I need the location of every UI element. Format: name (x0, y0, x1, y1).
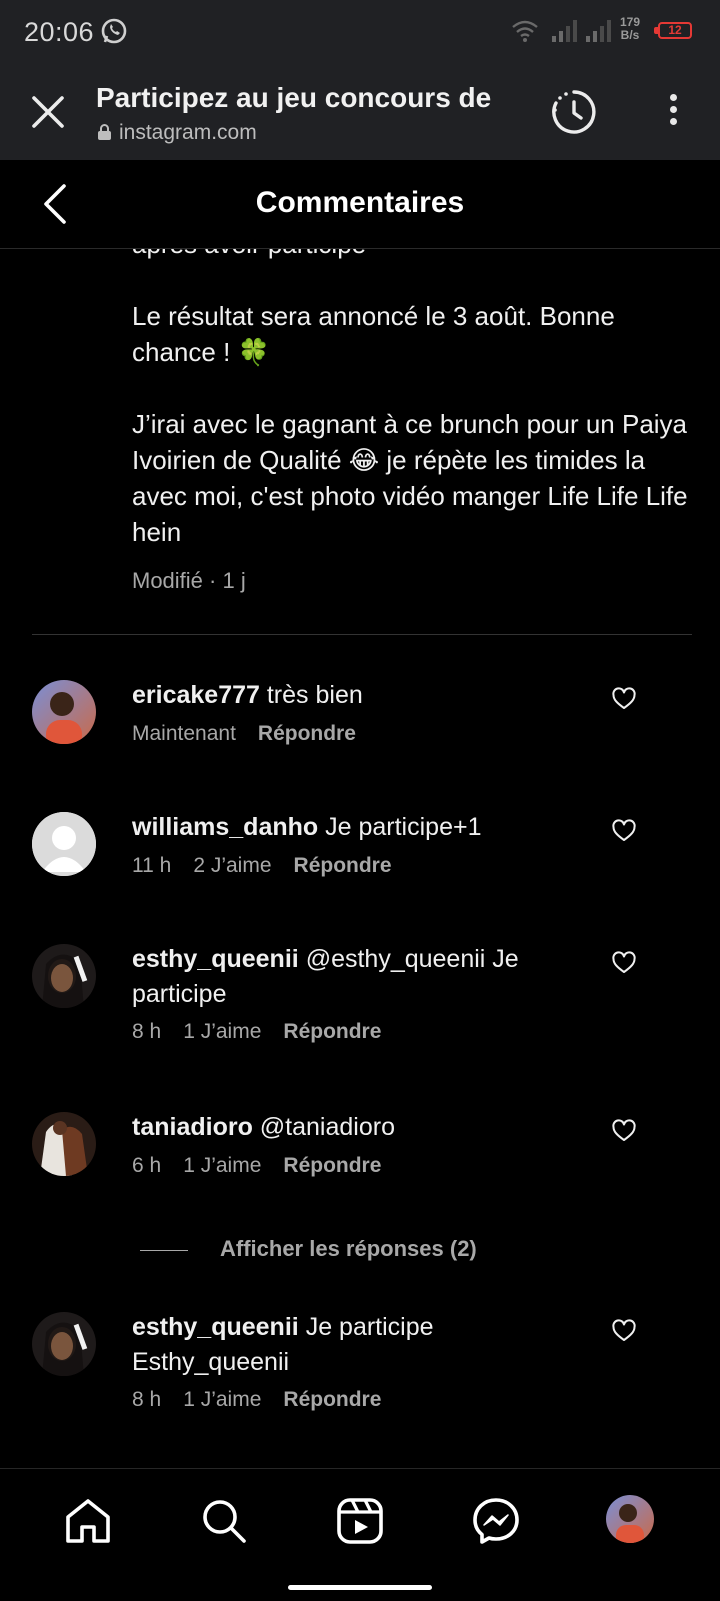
signal-icon-1 (552, 20, 578, 47)
comment-likes[interactable]: 2 J’aime (193, 854, 271, 877)
wifi-icon (512, 20, 538, 47)
comment-time: Maintenant (132, 722, 236, 745)
comment-text: esthy_queenii @esthy_queenii Je particip… (132, 942, 592, 1012)
more-options-icon[interactable] (664, 94, 682, 130)
comment-time: 8 h (132, 1388, 162, 1411)
caption-paragraph-2: J’irai avec le gagnant à ce brunch pour … (132, 409, 688, 547)
avatar[interactable] (32, 944, 96, 1008)
search-icon[interactable] (198, 1495, 250, 1547)
profile-avatar[interactable] (606, 1495, 654, 1543)
comment-username[interactable]: esthy_queenii (132, 945, 299, 973)
page-title: Participez au jeu concours de (96, 82, 492, 113)
comment-time: 11 h (132, 854, 172, 877)
comment-likes[interactable]: 1 J’aime (183, 1020, 261, 1043)
post-caption: après avoir participé Le résultat sera a… (132, 226, 692, 550)
heart-icon[interactable] (612, 1319, 636, 1343)
avatar[interactable] (32, 1312, 96, 1376)
status-time: 20:06 (24, 17, 95, 47)
reply-button[interactable]: Répondre (283, 1154, 381, 1177)
page-url: instagram.com (98, 121, 257, 146)
network-speed-unit: B/s (620, 28, 640, 42)
network-speed: 179 B/s (620, 16, 640, 42)
battery-level: 12 (668, 23, 682, 37)
comment-body: très bien (266, 681, 363, 709)
bottom-nav (0, 1468, 720, 1601)
heart-icon[interactable] (612, 819, 636, 843)
history-icon[interactable] (550, 88, 598, 141)
comment-username[interactable]: taniadioro (132, 1113, 253, 1141)
comment-body: Je participe+1 (325, 813, 482, 841)
comment-meta: 6 h 1 J’aime Répondre (132, 1154, 403, 1178)
comments-header: Commentaires (0, 160, 720, 249)
signal-icon-2 (586, 20, 612, 47)
home-indicator[interactable] (288, 1585, 432, 1590)
comment-text: williams_danho Je participe+1 (132, 810, 592, 845)
comment-time: 8 h (132, 1020, 162, 1043)
comments-title: Commentaires (255, 186, 465, 219)
replies-line (140, 1249, 188, 1251)
avatar[interactable] (32, 1112, 96, 1176)
comment-meta: 11 h 2 J’aime Répondre (132, 854, 414, 878)
comment-username[interactable]: williams_danho (132, 813, 318, 841)
reels-icon[interactable] (334, 1495, 386, 1547)
page-url-text: instagram.com (119, 121, 257, 144)
status-bar: 20:06 179 B/s 12 (0, 0, 720, 64)
avatar[interactable] (32, 680, 96, 744)
messenger-icon[interactable] (470, 1495, 522, 1547)
home-icon[interactable] (62, 1495, 114, 1547)
comment-likes[interactable]: 1 J’aime (183, 1388, 261, 1411)
comment-username[interactable]: ericake777 (132, 681, 260, 709)
comment-text: taniadioro @taniadioro (132, 1110, 592, 1145)
comment-meta: 8 h 1 J’aime Répondre (132, 1020, 403, 1044)
avatar[interactable] (32, 812, 96, 876)
heart-icon[interactable] (612, 1119, 636, 1143)
reply-button[interactable]: Répondre (283, 1020, 381, 1043)
lock-icon (98, 122, 111, 146)
reply-button[interactable]: Répondre (258, 722, 356, 745)
caption-paragraph-1: Le résultat sera annoncé le 3 août. Bonn… (132, 301, 615, 367)
comment-time: 6 h (132, 1154, 162, 1177)
view-replies-button[interactable]: Afficher les réponses (2) (140, 1236, 477, 1262)
caption-meta: Modifié · 1 j (132, 568, 246, 593)
reply-button[interactable]: Répondre (283, 1388, 381, 1411)
comment-text: ericake777 très bien (132, 678, 592, 713)
divider (32, 634, 692, 635)
view-replies-label: Afficher les réponses (2) (220, 1236, 477, 1261)
comment-likes[interactable]: 1 J’aime (183, 1154, 261, 1177)
comment-body: @taniadioro (259, 1113, 395, 1141)
close-icon[interactable] (28, 92, 68, 132)
browser-chrome: 20:06 179 B/s 12 Participez au jeu conco… (0, 0, 720, 160)
whatsapp-icon (100, 17, 128, 50)
comment-meta: Maintenant Répondre (132, 722, 378, 746)
comment-text: esthy_queenii Je participe Esthy_queenii (132, 1310, 592, 1380)
comment-meta: 8 h 1 J’aime Répondre (132, 1388, 403, 1412)
heart-icon[interactable] (612, 951, 636, 975)
reply-button[interactable]: Répondre (294, 854, 392, 877)
comment-username[interactable]: esthy_queenii (132, 1313, 299, 1341)
heart-icon[interactable] (612, 687, 636, 711)
battery-icon: 12 (658, 22, 692, 39)
